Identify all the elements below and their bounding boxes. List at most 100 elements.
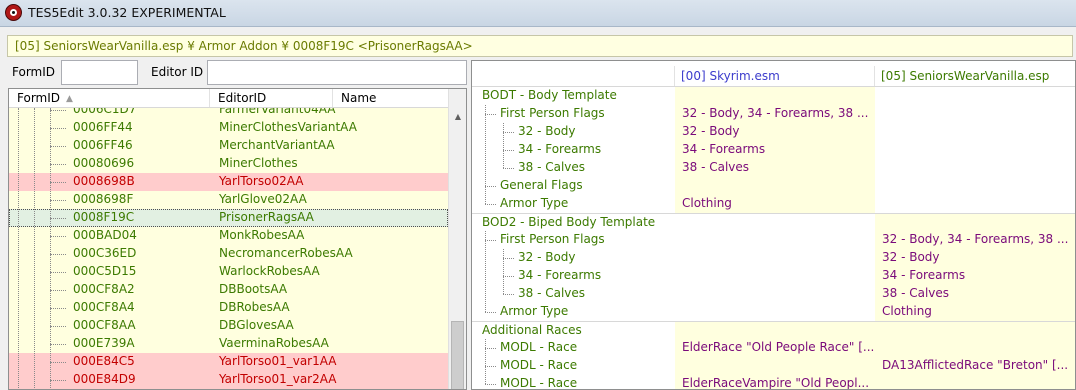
record-field-name: BOD2 - Biped Body Template xyxy=(482,215,656,229)
record-field-row[interactable]: DA13AfflictedRace "Breton" [... MODL - Ra… xyxy=(472,357,1075,375)
value-cell-seniorswearvanilla-esp[interactable] xyxy=(875,177,1075,195)
value-cell-seniorswearvanilla-esp[interactable] xyxy=(875,339,1075,357)
editorid-filter-input[interactable] xyxy=(207,60,467,85)
tree-row-selected[interactable]: 0008F19C PrisonerRagsAA xyxy=(9,209,448,227)
record-field-row[interactable]: BODT - Body Template xyxy=(472,87,1075,105)
value-cell-skyrim-esm[interactable] xyxy=(675,87,875,105)
record-field-row[interactable]: 32 - Body, 34 - Forearms, 38 ... First Pe… xyxy=(472,105,1075,123)
value-cell-skyrim-esm[interactable]: 32 - Body, 34 - Forearms, 38 ... xyxy=(675,105,875,123)
value-cell-skyrim-esm[interactable]: 34 - Forearms xyxy=(675,141,875,159)
column-header-formid-label: FormID xyxy=(17,91,61,105)
tree-line xyxy=(50,236,66,237)
value-cell-seniorswearvanilla-esp[interactable] xyxy=(875,322,1075,340)
tree-line xyxy=(485,240,486,312)
value-cell-skyrim-esm[interactable] xyxy=(675,231,875,249)
record-field-row[interactable]: ElderRace "Old People Race" [... MODL - R… xyxy=(472,339,1075,357)
record-field-name: 32 - Body xyxy=(518,250,576,264)
formid-filter-input[interactable] xyxy=(61,60,138,85)
record-field-row[interactable]: Additional Races xyxy=(472,321,1075,340)
value-cell-skyrim-esm[interactable] xyxy=(675,285,875,303)
tree-line xyxy=(485,348,496,349)
record-field-row[interactable]: ElderRaceVampire "Old Peopl... MODL - Rac… xyxy=(472,375,1075,389)
record-field-row[interactable]: 32 - Body 32 - Body xyxy=(472,249,1075,267)
record-tree[interactable]: FormID ▲ EditorID Name 000E84D9 YarlTorso0… xyxy=(8,88,467,390)
column-header-editorid[interactable]: EditorID xyxy=(210,89,333,107)
tree-row[interactable]: 000E739A VaerminaRobesAA xyxy=(9,335,448,353)
value-cell-seniorswearvanilla-esp[interactable]: 32 - Body, 34 - Forearms, 38 ... xyxy=(875,231,1075,249)
value-cell-skyrim-esm[interactable]: 38 - Calves xyxy=(675,159,875,177)
record-field-row[interactable]: 38 - Calves 38 - Calves xyxy=(472,285,1075,303)
scroll-up-arrow-icon[interactable]: ▲ xyxy=(452,112,464,122)
tree-row[interactable]: 0006FF46 MerchantVariantAA xyxy=(9,137,448,155)
value-cell-seniorswearvanilla-esp[interactable] xyxy=(875,141,1075,159)
tree-vertical-scrollbar[interactable]: ▲ xyxy=(448,89,466,389)
tree-line xyxy=(485,186,486,204)
record-field-row[interactable]: BOD2 - Biped Body Template xyxy=(472,213,1075,232)
tree-line xyxy=(485,114,486,186)
tree-row[interactable]: 000E84C5 YarlTorso01_var1AA xyxy=(9,353,448,371)
value-cell-seniorswearvanilla-esp[interactable] xyxy=(875,195,1075,213)
value-cell-seniorswearvanilla-esp[interactable]: 32 - Body xyxy=(875,249,1075,267)
tree-row[interactable]: 000CF8A4 DBRobesAA xyxy=(9,299,448,317)
tree-row[interactable]: 0008698F YarlGlove02AA xyxy=(9,191,448,209)
value-cell-skyrim-esm[interactable] xyxy=(675,214,875,232)
value-cell-seniorswearvanilla-esp[interactable]: 34 - Forearms xyxy=(875,267,1075,285)
value-cell-seniorswearvanilla-esp[interactable]: DA13AfflictedRace "Breton" [... xyxy=(875,357,1075,375)
row-formid: 000E739A xyxy=(73,336,135,350)
value-cell-skyrim-esm[interactable] xyxy=(675,322,875,340)
tree-line xyxy=(485,204,496,205)
record-field-row[interactable]: Clothing Armor Type xyxy=(472,195,1075,213)
tree-row[interactable]: 0006FF44 MinerClothesVariantAA xyxy=(9,119,448,137)
column-header-seniorswearvanilla-esp[interactable]: [05] SeniorsWearVanilla.esp xyxy=(875,66,1075,86)
value-cell-skyrim-esm[interactable]: Clothing xyxy=(675,195,875,213)
record-field-row[interactable]: 34 - Forearms 34 - Forearms xyxy=(472,267,1075,285)
tree-row[interactable]: 000E84D9 YarlTorso01_var2AA xyxy=(9,371,448,389)
value-cell-seniorswearvanilla-esp[interactable] xyxy=(875,105,1075,123)
tree-row[interactable]: 000C5D15 WarlockRobesAA xyxy=(9,263,448,281)
value-cell-seniorswearvanilla-esp[interactable]: Clothing xyxy=(875,303,1075,321)
tree-row[interactable]: 0006C1D7 FarmerVariant04AA xyxy=(9,108,448,119)
value-cell-seniorswearvanilla-esp[interactable] xyxy=(875,159,1075,177)
scrollbar-thumb[interactable] xyxy=(451,321,464,389)
record-field-row[interactable]: Clothing Armor Type xyxy=(472,303,1075,321)
value-cell-seniorswearvanilla-esp[interactable] xyxy=(875,375,1075,389)
tree-row[interactable]: 000C36ED NecromancerRobesAA xyxy=(9,245,448,263)
record-field-row[interactable]: General Flags xyxy=(472,177,1075,195)
value-cell-skyrim-esm[interactable] xyxy=(675,177,875,195)
value-cell-skyrim-esm[interactable]: ElderRaceVampire "Old Peopl... xyxy=(675,375,875,389)
value-cell-skyrim-esm[interactable]: ElderRace "Old People Race" [... xyxy=(675,339,875,357)
tree-row[interactable]: 000CF8A2 DBBootsAA xyxy=(9,281,448,299)
record-field-row[interactable]: 32 - Body, 34 - Forearms, 38 ... First Pe… xyxy=(472,231,1075,249)
record-field-row[interactable]: 34 - Forearms 34 - Forearms xyxy=(472,141,1075,159)
tree-row[interactable]: 000CF8AA DBGlovesAA xyxy=(9,317,448,335)
value-cell-seniorswearvanilla-esp[interactable] xyxy=(875,214,1075,232)
title-bar: TES5Edit 3.0.32 EXPERIMENTAL xyxy=(0,0,1076,27)
value-cell-seniorswearvanilla-esp[interactable]: 38 - Calves xyxy=(875,285,1075,303)
tree-line xyxy=(50,200,66,201)
value-cell-skyrim-esm[interactable] xyxy=(675,303,875,321)
row-formid: 000CF8AA xyxy=(73,318,136,332)
column-header-field[interactable] xyxy=(472,66,675,86)
tree-line xyxy=(503,132,504,150)
value-cell-skyrim-esm[interactable] xyxy=(675,249,875,267)
record-field-name: First Person Flags xyxy=(500,232,605,246)
record-view-grid[interactable]: [00] Skyrim.esm [05] SeniorsWearVanilla.… xyxy=(471,60,1076,390)
value-cell-seniorswearvanilla-esp[interactable] xyxy=(875,87,1075,105)
tree-row[interactable]: 000BAD04 MonkRobesAA xyxy=(9,227,448,245)
record-field-name: 38 - Calves xyxy=(518,160,586,174)
value-cell-skyrim-esm[interactable] xyxy=(675,357,875,375)
record-field-row[interactable]: 38 - Calves 38 - Calves xyxy=(472,159,1075,177)
tree-line xyxy=(50,164,66,165)
row-formid: 000CF8A4 xyxy=(73,300,135,314)
column-header-name[interactable]: Name xyxy=(333,89,448,107)
column-header-skyrim-esm[interactable]: [00] Skyrim.esm xyxy=(675,66,875,86)
tree-row[interactable]: 0008698B YarlTorso02AA xyxy=(9,173,448,191)
record-field-row[interactable]: 32 - Body 32 - Body xyxy=(472,123,1075,141)
column-header-formid[interactable]: FormID ▲ xyxy=(9,89,210,107)
value-cell-seniorswearvanilla-esp[interactable] xyxy=(875,123,1075,141)
row-editorid: FarmerVariant04AA xyxy=(219,108,336,116)
value-cell-skyrim-esm[interactable]: 32 - Body xyxy=(675,123,875,141)
row-formid: 0008698F xyxy=(73,192,134,206)
value-cell-skyrim-esm[interactable] xyxy=(675,267,875,285)
tree-row[interactable]: 00080696 MinerClothes xyxy=(9,155,448,173)
